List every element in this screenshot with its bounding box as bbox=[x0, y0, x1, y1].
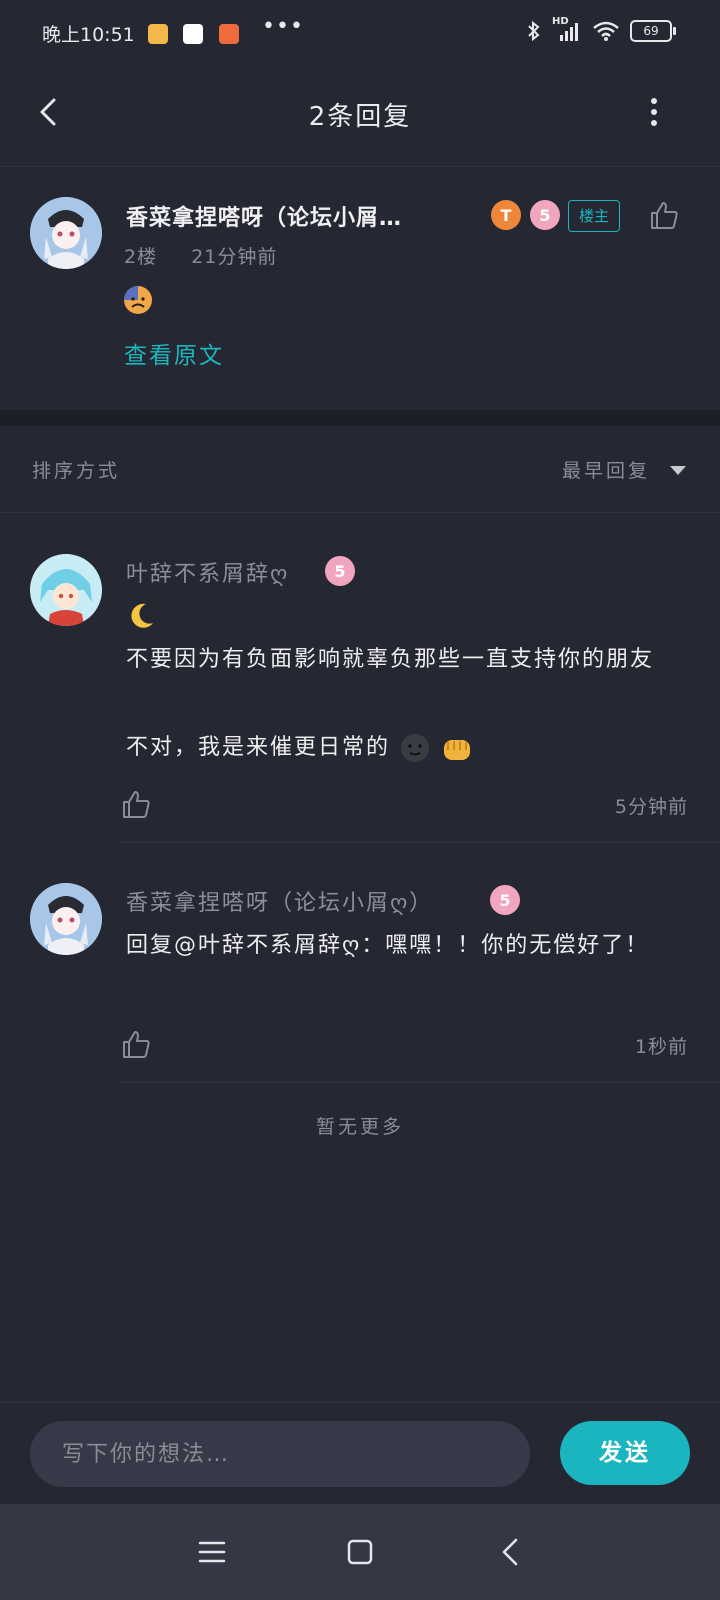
title-badge-letter: T bbox=[500, 205, 512, 225]
level-badge: 5 bbox=[490, 885, 520, 915]
send-button[interactable]: 发送 bbox=[560, 1421, 690, 1485]
shopping-app-icon bbox=[219, 24, 239, 44]
more-options-icon[interactable] bbox=[634, 92, 674, 132]
reply-author-name[interactable]: 叶辞不系屑辞ღ bbox=[126, 556, 289, 588]
more-notifications-icon: ••• bbox=[262, 14, 304, 39]
fist-emoji-icon bbox=[444, 740, 471, 760]
host-tag: 楼主 bbox=[568, 200, 621, 232]
level-badge: 5 bbox=[530, 200, 560, 230]
top-app-bar: 2条回复 bbox=[0, 70, 720, 167]
reply-time: 1秒前 bbox=[634, 1036, 688, 1058]
home-icon[interactable] bbox=[342, 1534, 378, 1570]
post-author-name[interactable]: 香菜拿捏嗒呀（论坛小屑… bbox=[126, 200, 402, 232]
moon-emoji-icon bbox=[131, 603, 153, 628]
reply-text-line: 不对，我是来催更日常的 bbox=[126, 735, 391, 760]
signal-icon: HD bbox=[552, 16, 582, 42]
back-nav-icon[interactable] bbox=[494, 1534, 530, 1570]
like-icon[interactable] bbox=[120, 788, 152, 820]
sad-emoji-icon bbox=[124, 286, 152, 314]
post-author-avatar[interactable] bbox=[30, 197, 102, 269]
level-badge-number: 5 bbox=[539, 205, 551, 225]
reply-author-avatar[interactable] bbox=[30, 883, 102, 955]
dark-face-emoji-icon bbox=[401, 734, 430, 762]
bookmark-app-icon bbox=[183, 24, 203, 44]
like-icon[interactable] bbox=[648, 199, 680, 231]
comment-composer: 发送 bbox=[0, 1402, 720, 1505]
post-meta: 2楼 21分钟前 bbox=[124, 242, 277, 269]
comment-input[interactable] bbox=[30, 1421, 530, 1487]
wifi-icon bbox=[593, 21, 619, 41]
page-title: 2条回复 bbox=[308, 102, 412, 132]
bluetooth-icon bbox=[528, 20, 540, 42]
system-navigation-bar bbox=[0, 1504, 720, 1600]
reply-text: 不要因为有负面影响就辜负那些一直支持你的朋友 bbox=[126, 647, 655, 672]
view-original-link[interactable]: 查看原文 bbox=[124, 336, 224, 370]
reply-text: 不对，我是来催更日常的 bbox=[126, 728, 686, 768]
status-indicators: HD 69 bbox=[526, 16, 676, 42]
row-divider bbox=[120, 842, 720, 843]
title-badge: T bbox=[491, 200, 521, 230]
no-more-label: 暂无更多 bbox=[315, 1116, 404, 1138]
status-time: 晚上10:51 bbox=[42, 24, 135, 46]
reply-author-avatar[interactable] bbox=[30, 554, 102, 626]
battery-icon: 69 bbox=[630, 20, 676, 42]
sort-dropdown[interactable]: 最早回复 bbox=[562, 456, 650, 483]
level-badge-number: 5 bbox=[334, 561, 346, 581]
menu-icon[interactable] bbox=[194, 1534, 230, 1570]
like-icon[interactable] bbox=[120, 1028, 152, 1060]
floor-number: 2楼 bbox=[124, 246, 158, 268]
chevron-down-icon[interactable] bbox=[670, 466, 686, 475]
row-divider bbox=[120, 1082, 720, 1083]
reply-text: 回复@叶辞不系屑辞ღ：嘿嘿！！你的无偿好了！ bbox=[126, 933, 650, 958]
status-bar: 晚上10:51 ••• HD 69 bbox=[0, 0, 720, 70]
level-badge: 5 bbox=[325, 556, 355, 586]
notes-app-icon bbox=[148, 24, 168, 44]
post-time: 21分钟前 bbox=[191, 246, 278, 268]
sort-label: 排序方式 bbox=[32, 460, 121, 482]
reply-time: 5分钟前 bbox=[614, 796, 688, 818]
level-badge-number: 5 bbox=[499, 890, 511, 910]
section-divider bbox=[0, 410, 720, 426]
sort-row: 排序方式 最早回复 bbox=[0, 426, 720, 513]
reply-author-name[interactable]: 香菜拿捏嗒呀（论坛小屑ღ） bbox=[126, 885, 433, 917]
